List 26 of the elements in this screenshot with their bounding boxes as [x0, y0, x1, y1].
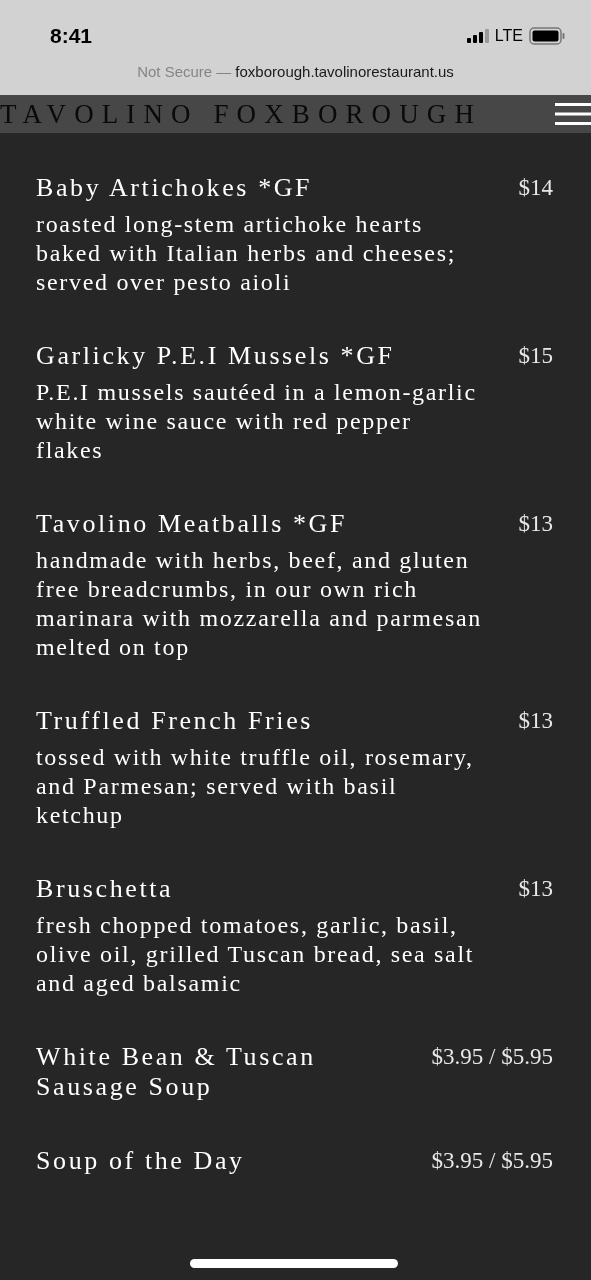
dish-description: roasted long-stem artichoke hearts baked with Italian herbs and cheeses; served over pesto aioli	[36, 210, 458, 297]
battery-icon	[529, 27, 565, 45]
security-label: Not Secure —	[137, 62, 232, 83]
dish-description: tossed with white truffle oil, rosemary, and Parmesan; served with basil ketchup	[36, 743, 475, 830]
clock: 8:41	[50, 23, 93, 50]
dish-price: $13	[518, 707, 553, 735]
network-label: LTE	[494, 26, 523, 46]
dish-description: P.E.I mussels sautéed in a lemon-garlic white wine sauce with red pepper flakes	[36, 378, 478, 465]
dish-name: Bruschetta	[36, 874, 175, 904]
dish-name: Garlicky P.E.I Mussels *GF	[36, 341, 396, 371]
dish-name: Soup of the Day	[36, 1146, 246, 1176]
url-text[interactable]: foxborough.tavolinorestaurant.us	[235, 61, 454, 84]
dish-description: handmade with herbs, beef, and gluten free breadcrumbs, in our own rich marinara with mozzarella and parmesan melted on top	[36, 546, 483, 662]
dish-price: $3.95 / $5.95	[431, 1043, 553, 1071]
dish-price: $13	[518, 510, 553, 538]
dish-price: $15	[518, 342, 553, 370]
dish-name: Tavolino Meatballs *GF	[36, 509, 349, 539]
dish-price: $3.95 / $5.95	[431, 1147, 553, 1175]
dish-description: fresh chopped tomatoes, garlic, basil, olive oil, grilled Tuscan bread, sea salt and aged balsamic	[36, 911, 476, 998]
dish-name: Baby Artichokes *GF	[36, 173, 314, 203]
dish-price: $14	[518, 174, 553, 202]
dish-name: White Bean & Tuscan Sausage Soup	[36, 1042, 317, 1102]
dish-name: Truffled French Fries	[36, 706, 315, 736]
menu-icon[interactable]	[555, 102, 591, 126]
signal-icon	[466, 29, 489, 43]
dish-price: $13	[518, 875, 553, 903]
